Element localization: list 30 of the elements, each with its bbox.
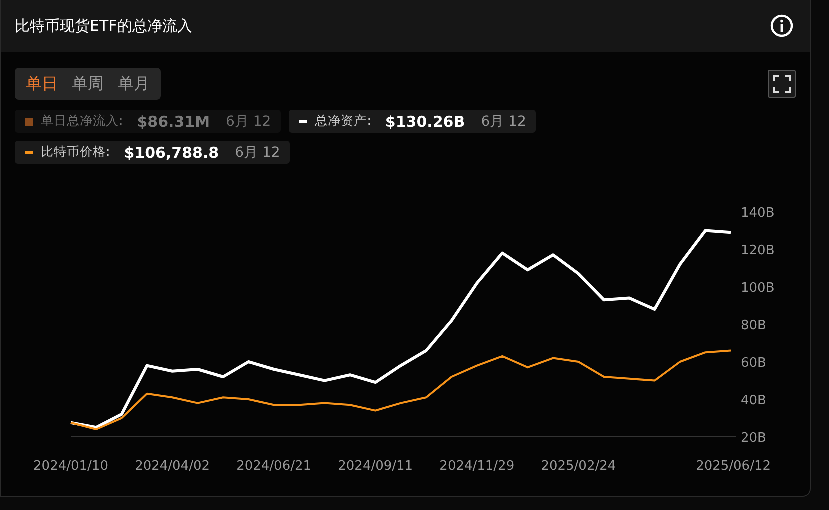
legend-date: 6月 12 bbox=[226, 112, 272, 130]
legend-item[interactable]: 比特币价格: $106,788.8 6月 12 bbox=[15, 141, 290, 164]
x-tick-label: 2025/06/12 bbox=[696, 459, 771, 474]
x-tick-label: 2024/01/10 bbox=[34, 459, 108, 474]
legend-item[interactable]: 总净资产: $130.26B 6月 12 bbox=[289, 110, 536, 133]
period-tab[interactable]: 单日 bbox=[19, 74, 65, 94]
period-tab[interactable]: 单周 bbox=[65, 74, 111, 94]
y-tick-label: 60B bbox=[741, 356, 766, 371]
period-tab[interactable]: 单月 bbox=[111, 74, 157, 94]
y-tick-label: 120B bbox=[741, 244, 775, 258]
legend-value: $86.31M bbox=[137, 112, 210, 130]
y-tick-label: 100B bbox=[741, 281, 775, 296]
legend-date: 6月 12 bbox=[481, 112, 526, 130]
legend-item[interactable]: 单日总净流入: $86.31M 6月 12 bbox=[15, 110, 282, 133]
y-tick-label: 80B bbox=[741, 318, 766, 334]
card-title: 比特币现货ETF的总净流入 bbox=[15, 16, 192, 36]
x-tick-label: 2024/06/21 bbox=[236, 459, 312, 474]
y-tick-label: 40B bbox=[741, 394, 766, 408]
legend-label: 比特币价格: bbox=[41, 144, 110, 161]
legend-date: 6月 12 bbox=[235, 144, 280, 162]
y-tick-label: 140B bbox=[741, 206, 775, 221]
legend-value: $106,788.8 bbox=[124, 144, 220, 162]
x-tick-label: 2024/11/29 bbox=[440, 459, 515, 474]
legend-label: 总净资产: bbox=[315, 113, 372, 130]
legend-value: $130.26B bbox=[385, 112, 466, 130]
x-tick-label: 2024/04/02 bbox=[135, 459, 210, 474]
legend-label: 单日总净流入: bbox=[41, 113, 124, 130]
y-tick-label: 20B bbox=[741, 431, 766, 446]
x-tick-label: 2024/09/11 bbox=[338, 459, 414, 474]
x-tick-label: 2025/02/24 bbox=[541, 459, 616, 474]
